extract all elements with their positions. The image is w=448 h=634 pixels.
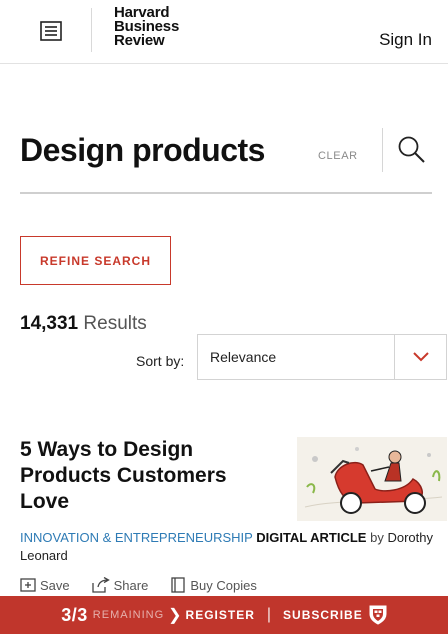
results-count: 14,331 Results: [20, 313, 147, 335]
remaining-label: REMAINING: [92, 609, 165, 621]
shield-icon: [369, 605, 387, 625]
share-button[interactable]: Share: [91, 577, 149, 593]
save-button[interactable]: Save: [20, 578, 70, 593]
buy-copies-label: Buy Copies: [190, 577, 257, 593]
logo-line: Review: [114, 32, 165, 49]
results-number: 14,331: [20, 313, 79, 334]
sort-toggle[interactable]: [394, 335, 446, 379]
banner-separator: |: [266, 606, 272, 623]
save-icon: [20, 578, 36, 592]
article-actions: Save Share Buy Copies: [20, 574, 279, 596]
topic-link[interactable]: INNOVATION & ENTREPRENEURSHIP: [20, 530, 253, 545]
chevron-down-icon: [412, 352, 429, 362]
search-icon[interactable]: [396, 134, 426, 164]
subscribe-link[interactable]: SUBSCRIBE: [283, 608, 363, 622]
share-icon: [91, 577, 110, 593]
sign-in-link[interactable]: Sign In: [379, 30, 432, 50]
register-link[interactable]: REGISTER: [186, 608, 255, 622]
sort-dropdown[interactable]: Relevance: [197, 334, 447, 380]
paywall-banner: 3/3 REMAINING ❯ REGISTER | SUBSCRIBE: [0, 596, 448, 634]
article-type: DIGITAL ARTICLE: [256, 530, 367, 545]
hbr-logo[interactable]: Harvard Business Review: [114, 5, 179, 49]
search-bar: Design products CLEAR: [20, 118, 432, 194]
book-icon: [171, 577, 185, 593]
article-thumbnail[interactable]: [297, 437, 447, 521]
sort-label: Sort by:: [136, 353, 185, 369]
article-meter: 3/3: [61, 604, 88, 625]
search-query[interactable]: Design products: [20, 132, 265, 169]
save-label: Save: [40, 577, 70, 593]
buy-copies-button[interactable]: Buy Copies: [170, 577, 257, 593]
chevron-right-icon: ❯: [168, 607, 182, 624]
menu-icon: [40, 21, 62, 41]
article-title[interactable]: 5 Ways to Design Products Customers Love: [20, 437, 270, 515]
sort-selected-value: Relevance: [210, 349, 277, 365]
search-divider: [382, 128, 383, 172]
menu-button[interactable]: [34, 14, 68, 48]
byline-prefix: by: [370, 530, 384, 545]
clear-button[interactable]: CLEAR: [318, 150, 358, 162]
share-label: Share: [113, 577, 149, 593]
article-meta: INNOVATION & ENTREPRENEURSHIP DIGITAL AR…: [20, 529, 440, 565]
site-header: Harvard Business Review Sign In: [0, 0, 448, 64]
header-divider: [91, 8, 92, 52]
refine-search-button[interactable]: REFINE SEARCH: [20, 236, 171, 285]
scooter-illustration: [297, 437, 447, 521]
results-label: Results: [83, 313, 147, 334]
